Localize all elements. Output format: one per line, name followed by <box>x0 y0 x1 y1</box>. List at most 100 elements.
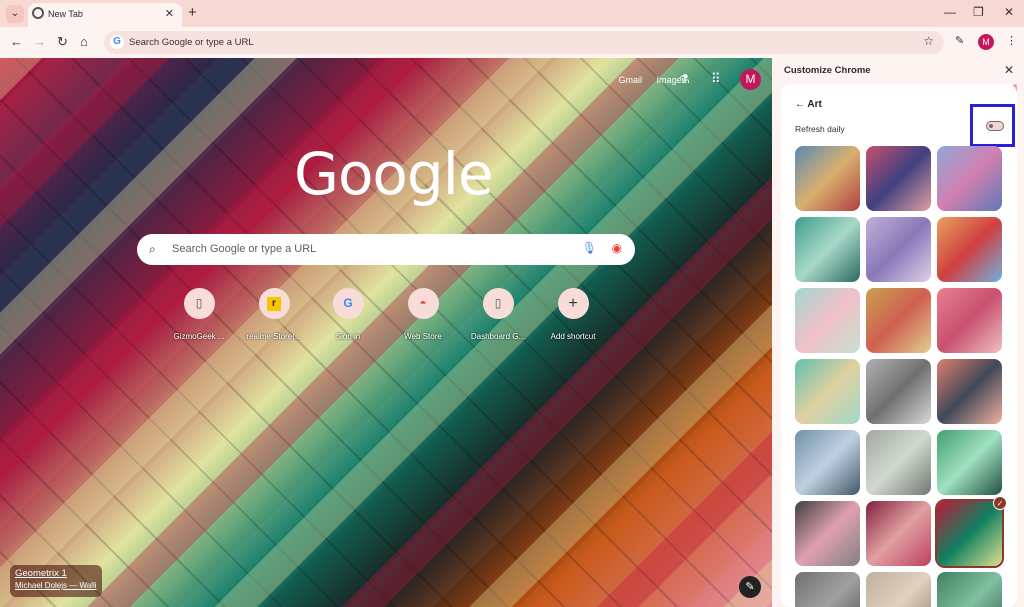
shortcut-label: Web Store <box>404 332 442 341</box>
art-thumb-2[interactable] <box>866 146 931 211</box>
new-tab-page: Gmail Images ⚗ ⠿ M Google ⌕ Search Googl… <box>0 58 772 607</box>
tab-search-button[interactable]: ⌄ <box>6 5 24 23</box>
plus-icon: + <box>557 288 589 319</box>
bookmark-star-icon[interactable]: ☆ <box>923 34 934 48</box>
art-thumb-11[interactable] <box>866 359 931 424</box>
pen-icon: ✎ <box>745 581 755 593</box>
art-collection-card: ← Art Refresh daily ✓ <box>781 84 1017 607</box>
arrow-left-icon: ← <box>10 34 23 49</box>
new-tab-button[interactable]: + <box>188 4 197 22</box>
art-thumb-18[interactable] <box>935 499 1004 568</box>
tab-new-tab[interactable]: New Tab ✕ <box>28 3 182 27</box>
tab-title: New Tab <box>48 9 83 19</box>
omnibox[interactable]: G Search Google or type a URL ☆ <box>104 31 944 54</box>
chevron-down-icon: ⌄ <box>10 8 20 19</box>
ntp-search-input[interactable]: Search Google or type a URL <box>172 243 316 255</box>
refresh-toggle-highlight <box>970 104 1015 147</box>
close-icon: ✕ <box>1004 5 1015 19</box>
shortcut-tile[interactable]: ▯ GizmoGeek ... <box>164 288 234 341</box>
shortcut-tile[interactable]: ▯ Dashboard G... <box>463 288 533 341</box>
google-icon: G <box>110 35 124 49</box>
section-title: Art <box>807 99 822 110</box>
close-icon[interactable]: ✕ <box>165 7 174 20</box>
ntp-avatar[interactable]: M <box>740 69 761 90</box>
google-lens-icon[interactable]: ◉ <box>612 241 622 255</box>
art-thumb-19[interactable] <box>795 572 860 607</box>
omnibox-input[interactable]: Search Google or type a URL <box>129 37 254 48</box>
art-thumb-3[interactable] <box>937 146 1002 211</box>
attribution-title[interactable]: Geometrix 1 <box>15 568 97 579</box>
forward-button[interactable]: → <box>33 34 46 50</box>
shortcut-label: Dashboard G... <box>470 332 526 341</box>
ntp-header-links: Gmail Images <box>606 75 686 85</box>
minimize-button[interactable]: — <box>944 5 956 19</box>
art-thumb-15[interactable] <box>937 430 1002 495</box>
art-thumb-12[interactable] <box>937 359 1002 424</box>
pen-icon: ✎ <box>955 35 965 47</box>
art-thumb-1[interactable] <box>795 146 860 211</box>
refresh-daily-toggle[interactable] <box>986 121 1004 131</box>
art-thumb-21[interactable] <box>937 572 1002 607</box>
panel-close-button[interactable]: ✕ <box>1004 63 1014 77</box>
shortcut-tile[interactable]: r realme Store(... <box>239 288 309 341</box>
back-to-categories[interactable]: ← Art <box>795 99 822 110</box>
art-thumb-5[interactable] <box>866 217 931 282</box>
search-icon: ⌕ <box>149 242 156 256</box>
home-icon: ⌂ <box>80 34 88 49</box>
gmail-link[interactable]: Gmail <box>618 75 642 85</box>
more-vertical-icon: ⋮ <box>1006 35 1017 47</box>
minimize-icon: — <box>944 5 956 19</box>
restore-button[interactable]: ❐ <box>973 5 984 19</box>
toolbar: ← → ↻ ⌂ G Search Google or type a URL ☆ … <box>0 27 1024 58</box>
panel-title: Customize Chrome <box>784 65 871 76</box>
art-thumb-6[interactable] <box>937 217 1002 282</box>
customize-ntp-button[interactable]: ✎ <box>739 576 761 598</box>
chrome-icon <box>32 7 44 19</box>
art-thumb-4[interactable] <box>795 217 860 282</box>
restore-icon: ❐ <box>973 5 984 19</box>
refresh-daily-label: Refresh daily <box>795 124 845 134</box>
google-logo: Google <box>294 140 494 208</box>
art-thumb-16[interactable] <box>795 501 860 566</box>
tab-strip: ⌄ New Tab ✕ + — ❐ ✕ <box>0 0 1024 27</box>
realme-icon: r <box>258 288 290 319</box>
art-thumb-17[interactable] <box>866 501 931 566</box>
background-attribution[interactable]: Geometrix 1 Michael Dolejs — Walli <box>10 565 102 597</box>
toggle-knob <box>989 124 993 128</box>
arrow-right-icon: → <box>33 34 46 49</box>
customize-pen-button[interactable]: ✎ <box>955 34 964 47</box>
close-window-button[interactable]: ✕ <box>1004 5 1014 19</box>
page-icon: ▯ <box>183 288 215 319</box>
reload-button[interactable]: ↻ <box>57 34 68 50</box>
back-button[interactable]: ← <box>10 34 23 50</box>
art-thumb-14[interactable] <box>866 430 931 495</box>
art-thumb-20[interactable] <box>866 572 931 607</box>
labs-flask-icon[interactable]: ⚗ <box>679 72 690 86</box>
page-icon: ▯ <box>482 288 514 319</box>
art-thumb-7[interactable] <box>795 288 860 353</box>
ntp-search-box[interactable]: ⌕ Search Google or type a URL 🎙 ◉ <box>137 234 635 265</box>
art-thumb-13[interactable] <box>795 430 860 495</box>
shortcut-label: realme Store(... <box>246 332 302 341</box>
microphone-icon[interactable]: 🎙 <box>582 241 597 255</box>
art-thumb-10[interactable] <box>795 359 860 424</box>
customize-chrome-panel: Customize Chrome ✕ ← Art Refresh daily ✓ <box>772 58 1024 607</box>
reload-icon: ↻ <box>57 34 68 49</box>
add-shortcut-tile[interactable]: + Add shortcut <box>538 288 608 341</box>
plus-icon: + <box>188 4 197 21</box>
art-thumb-9[interactable] <box>937 288 1002 353</box>
menu-button[interactable]: ⋮ <box>1006 34 1017 47</box>
close-icon: ✕ <box>1004 63 1015 77</box>
shortcut-label: Add shortcut <box>550 332 596 341</box>
art-thumb-8[interactable] <box>866 288 931 353</box>
google-icon: G <box>332 288 364 319</box>
home-button[interactable]: ⌂ <box>80 34 88 50</box>
apps-grid-icon[interactable]: ⠿ <box>711 71 721 87</box>
attribution-author[interactable]: Michael Dolejs — Walli <box>15 581 97 590</box>
profile-avatar-button[interactable]: M <box>978 34 994 50</box>
shortcut-tile[interactable]: ◓ Web Store <box>388 288 458 341</box>
shortcut-label: Sign in <box>335 332 361 341</box>
shortcut-tile[interactable]: G Sign in <box>313 288 383 341</box>
shortcut-label: GizmoGeek ... <box>173 332 225 341</box>
arrow-left-icon: ← <box>795 99 805 110</box>
